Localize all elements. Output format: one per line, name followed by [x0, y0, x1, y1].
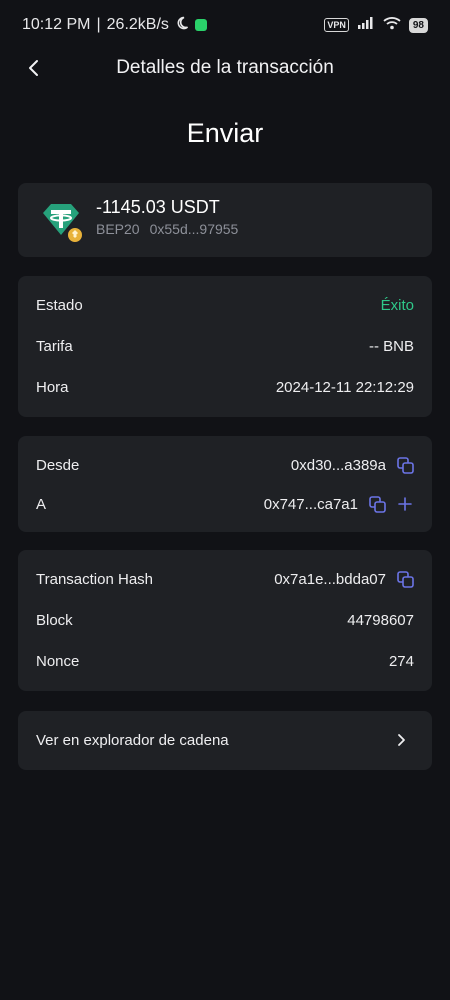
page-title: Detalles de la transacción: [116, 57, 334, 78]
app-header: Detalles de la transacción: [0, 50, 450, 86]
from-label: Desde: [36, 456, 80, 474]
from-row: Desde 0xd30...a389a: [36, 453, 414, 477]
explorer-row: Ver en explorador de cadena: [36, 728, 414, 752]
to-value-group: 0x747...ca7a1: [264, 495, 414, 513]
status-right: VPN 98: [324, 16, 428, 35]
to-label: A: [36, 495, 47, 513]
block-value: 44798607: [347, 611, 414, 629]
hash-value-group: 0x7a1e...bdda07: [274, 570, 414, 588]
hash-value: 0x7a1e...bdda07: [274, 570, 386, 588]
token-amount: -1145.03 USDT: [96, 197, 220, 217]
view-in-explorer-button[interactable]: Ver en explorador de cadena: [18, 711, 432, 770]
signal-icon: [357, 16, 375, 34]
block-label: Block: [36, 611, 73, 629]
status-bar: 10:12 PM | 26.2kB/s VPN 98: [0, 0, 450, 50]
status-separator: |: [96, 16, 101, 33]
details-card: Estado Éxito Tarifa -- BNB Hora 2024-12-…: [18, 276, 432, 417]
time-label: Hora: [36, 378, 69, 396]
status-value: Éxito: [380, 296, 414, 314]
status-label: Estado: [36, 296, 83, 314]
to-row: A 0x747...ca7a1: [36, 492, 414, 516]
status-row: Estado Éxito: [36, 293, 414, 317]
fee-row: Tarifa -- BNB: [36, 334, 414, 358]
wechat-icon: [194, 19, 207, 31]
fee-value: -- BNB: [369, 337, 414, 355]
moon-icon: [175, 16, 189, 35]
address-card: Desde 0xd30...a389a A 0x747...ca7a1: [18, 436, 432, 532]
time-value: 2024-12-11 22:12:29: [275, 378, 414, 396]
add-contact-icon[interactable]: [396, 495, 414, 513]
hash-label: Transaction Hash: [36, 570, 153, 588]
status-left: 10:12 PM | 26.2kB/s: [22, 16, 207, 35]
chevron-right-icon: [392, 731, 410, 749]
token-contract-address: 0x55d...97955: [149, 221, 239, 237]
network-speed: 26.2kB/s: [106, 16, 169, 33]
explorer-label: Ver en explorador de cadena: [36, 731, 229, 749]
block-row: Block 44798607: [36, 608, 414, 632]
copy-hash-icon[interactable]: [396, 570, 414, 588]
nonce-row: Nonce 274: [36, 649, 414, 673]
token-card: -1145.03 USDT BEP20 0x55d...97955: [18, 183, 432, 257]
usdt-logo-icon: [38, 199, 84, 245]
transaction-type-heading: Enviar: [186, 118, 264, 148]
nonce-value: 274: [388, 652, 414, 670]
battery-icon: 98: [408, 17, 428, 33]
wifi-icon: [383, 16, 401, 35]
fee-label: Tarifa: [36, 337, 73, 355]
status-time: 10:12 PM: [22, 16, 91, 33]
from-value-group: 0xd30...a389a: [291, 456, 414, 474]
copy-to-icon[interactable]: [368, 495, 386, 513]
to-address: 0x747...ca7a1: [263, 495, 358, 513]
time-row: Hora 2024-12-11 22:12:29: [36, 375, 414, 399]
chevron-left-icon: [29, 60, 38, 76]
copy-from-icon[interactable]: [396, 456, 414, 474]
vpn-icon: VPN: [324, 18, 349, 32]
nonce-label: Nonce: [36, 652, 80, 670]
back-button[interactable]: [20, 54, 48, 82]
chain-info-card: Transaction Hash 0x7a1e...bdda07 Block 4…: [18, 550, 432, 691]
token-meta: BEP20 0x55d...97955: [96, 221, 238, 237]
from-address: 0xd30...a389a: [290, 456, 386, 474]
hash-row: Transaction Hash 0x7a1e...bdda07: [36, 567, 414, 591]
token-network: BEP20: [96, 221, 140, 237]
